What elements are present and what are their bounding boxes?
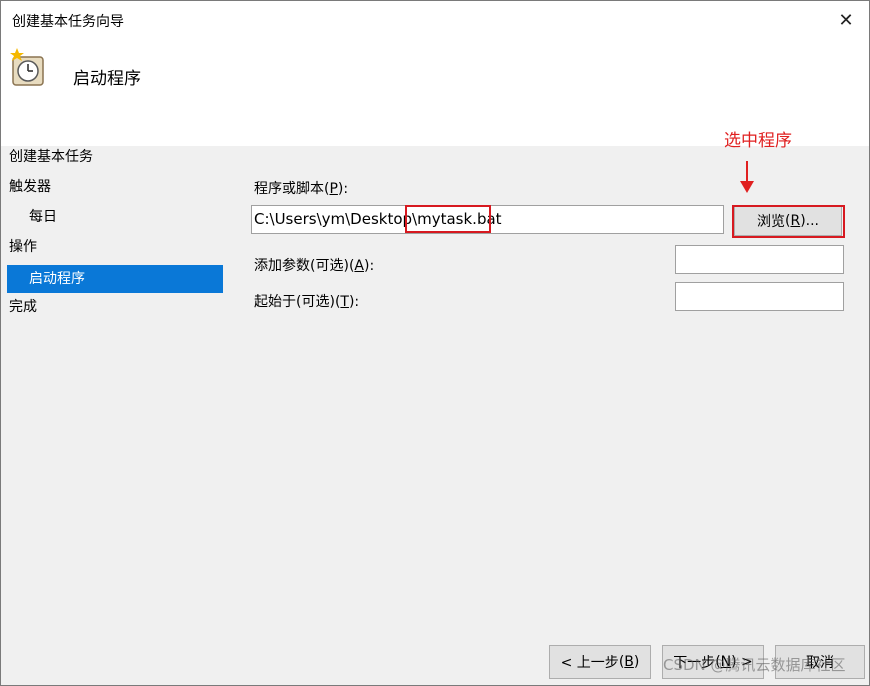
- start-in-input[interactable]: [675, 282, 844, 311]
- program-label: 程序或脚本(P):: [254, 181, 349, 197]
- back-accesskey: B: [624, 654, 634, 670]
- step-finish: 完成: [9, 299, 37, 315]
- step-daily: 每日: [29, 209, 57, 225]
- annotation-label: 选中程序: [724, 131, 792, 151]
- back-button[interactable]: < 上一步(B): [549, 645, 651, 679]
- wizard-steps: 创建基本任务 触发器 每日 操作 启动程序 完成: [1, 146, 226, 666]
- args-accesskey: A: [354, 258, 364, 274]
- step-trigger: 触发器: [9, 179, 51, 195]
- args-input[interactable]: [675, 245, 844, 274]
- start-in-label-text: 起始于(可选): [254, 294, 335, 310]
- args-label: 添加参数(可选)(A):: [254, 258, 375, 274]
- program-path: C:\Users\ym\Desktop\: [254, 210, 418, 228]
- program-accesskey: P: [329, 181, 338, 197]
- start-in-accesskey: T: [340, 294, 349, 310]
- file-highlight-box: [405, 205, 491, 233]
- program-label-text: 程序或脚本: [254, 181, 324, 197]
- window-title: 创建基本任务向导: [12, 14, 124, 30]
- back-label: < 上一步: [560, 655, 619, 671]
- step-action: 操作: [9, 239, 37, 255]
- wizard-window: 创建基本任务向导 ✕ 启动程序 创建基本任务 触发器 每日 操作 启动程序 完成…: [0, 0, 870, 686]
- step-create-task: 创建基本任务: [9, 149, 93, 165]
- args-label-text: 添加参数(可选): [254, 258, 349, 274]
- title-bar: 创建基本任务向导 ✕: [1, 1, 869, 39]
- start-in-label: 起始于(可选)(T):: [254, 294, 360, 310]
- browse-highlight-box: [732, 205, 845, 238]
- clock-task-icon: [10, 48, 44, 86]
- close-icon[interactable]: ✕: [823, 1, 869, 39]
- page-title: 启动程序: [73, 69, 141, 89]
- arrow-down-icon: [740, 181, 754, 193]
- annotation-arrow-line: [746, 161, 748, 183]
- watermark: CSDN @腾讯云数据库社区: [663, 656, 846, 674]
- step-start-program: 启动程序: [7, 265, 223, 293]
